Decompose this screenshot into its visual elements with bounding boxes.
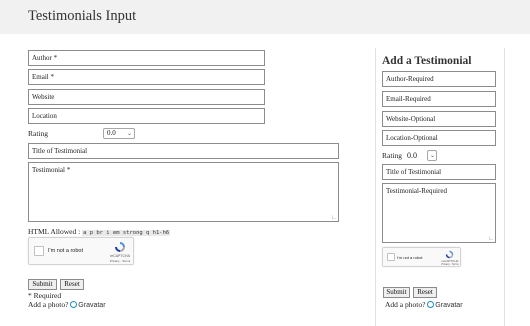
html-allowed-label: HTML Allowed : xyxy=(28,227,81,236)
recaptcha-brand: reCAPTCHA xyxy=(110,254,130,258)
sidebar-email-input[interactable] xyxy=(382,91,496,107)
email-input[interactable] xyxy=(28,69,265,85)
rating-value: 0.0 xyxy=(107,129,116,137)
sidebar-gravatar-label: Gravatar xyxy=(435,302,463,309)
html-allowed: HTML Allowed : a p br i em strong q h1-h… xyxy=(28,227,171,236)
recaptcha-text: I'm not a robot xyxy=(48,248,83,254)
sidebar-testimonial-textarea[interactable]: Testimonial-Required ∟ xyxy=(382,183,496,243)
resize-grip-icon[interactable]: ∟ xyxy=(488,236,494,242)
sidebar-website-input[interactable] xyxy=(382,111,496,127)
website-input[interactable] xyxy=(28,89,265,105)
sidebar-title: Add a Testimonial xyxy=(382,55,472,67)
add-photo-label: Add a photo? xyxy=(28,300,69,309)
rating-select[interactable]: 0.0 ⌄ xyxy=(103,128,135,139)
gravatar-icon xyxy=(70,301,78,308)
sidebar-testimonial-placeholder: Testimonial-Required xyxy=(386,187,447,195)
sidebar-reset-button[interactable]: Reset xyxy=(413,287,437,298)
recaptcha-logo-icon xyxy=(115,242,125,252)
resize-grip-icon[interactable]: ∟ xyxy=(331,215,337,221)
author-input[interactable] xyxy=(28,50,265,66)
sidebar-rating-value: 0.0 xyxy=(407,151,417,160)
required-note: * Required xyxy=(28,291,62,300)
sidebar-title-input[interactable] xyxy=(382,164,496,180)
page-header: Testimonials Input xyxy=(0,0,530,33)
sidebar-submit-button[interactable]: Submit xyxy=(383,287,410,298)
sidebar-recaptcha-widget: I'm not a robot reCAPTCHA Privacy - Term… xyxy=(382,247,461,267)
sidebar-rating-label: Rating xyxy=(382,151,402,160)
chevron-down-icon: ⌄ xyxy=(126,131,132,137)
recaptcha-checkbox[interactable] xyxy=(34,246,44,256)
location-input[interactable] xyxy=(28,108,265,124)
gravatar-link[interactable]: Gravatar xyxy=(70,301,106,309)
sidebar-author-input[interactable] xyxy=(382,71,496,87)
sidebar-recaptcha-text: I'm not a robot xyxy=(397,255,423,260)
testimonial-placeholder: Testimonial * xyxy=(32,166,71,174)
chevron-down-icon: ⌄ xyxy=(429,153,435,159)
sidebar-recaptcha-checkbox[interactable] xyxy=(387,253,395,261)
page-title: Testimonials Input xyxy=(28,8,137,24)
sidebar-rating-select[interactable]: ⌄ xyxy=(427,150,437,161)
reset-button[interactable]: Reset xyxy=(60,279,84,290)
testimonial-textarea[interactable]: Testimonial * ∟ xyxy=(28,162,339,222)
recaptcha-links[interactable]: Privacy - Terms xyxy=(107,259,133,263)
title-input[interactable] xyxy=(28,143,339,159)
html-allowed-tags: a p br i em strong q h1-h6 xyxy=(82,230,171,236)
add-photo: Add a photo? Gravatar xyxy=(28,300,106,309)
recaptcha-logo-icon xyxy=(445,250,454,259)
sidebar-gravatar-link[interactable]: Gravatar xyxy=(427,301,463,309)
sidebar-location-input[interactable] xyxy=(382,130,496,146)
sidebar-add-photo: Add a photo? Gravatar xyxy=(385,300,463,309)
sidebar-recaptcha-links[interactable]: Privacy - Terms xyxy=(439,263,461,266)
gravatar-icon xyxy=(427,301,435,308)
submit-button[interactable]: Submit xyxy=(28,279,57,290)
sidebar-add-photo-label: Add a photo? xyxy=(385,300,426,309)
gravatar-label: Gravatar xyxy=(78,302,106,309)
recaptcha-widget: I'm not a robot reCAPTCHA Privacy - Term… xyxy=(28,237,134,265)
rating-label: Rating xyxy=(28,129,48,138)
